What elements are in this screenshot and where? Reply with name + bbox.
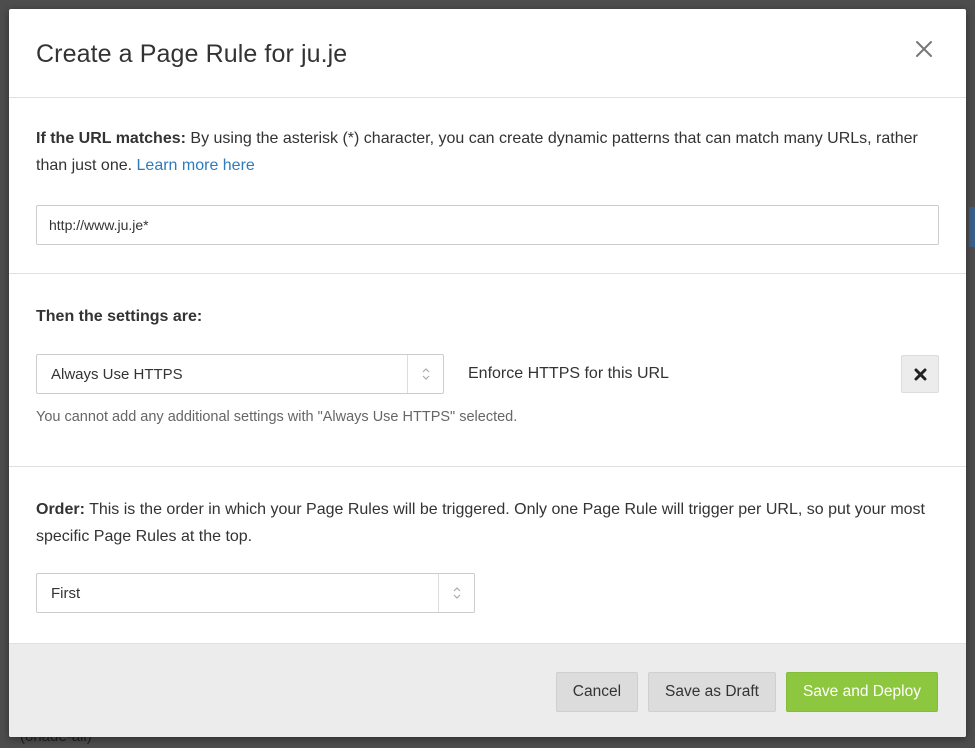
settings-section: Then the settings are: Always Use HTTPS … [9,274,966,467]
order-label: Order: [36,501,85,518]
order-select-value: First [51,584,81,602]
settings-label: Then the settings are: [36,308,203,325]
url-pattern-input[interactable] [36,205,939,245]
modal-footer: Cancel Save as Draft Save and Deploy [9,643,966,737]
url-match-description: If the URL matches: By using the asteris… [36,125,939,179]
settings-help-text: You cannot add any additional settings w… [36,409,518,425]
order-text: This is the order in which your Page Rul… [36,501,925,545]
cancel-button[interactable]: Cancel [555,671,639,712]
order-section: Order: This is the order in which your P… [9,467,966,644]
setting-select-value: Always Use HTTPS [51,365,183,383]
page-rule-modal: Create a Page Rule for ju.je If the URL … [9,9,966,737]
background-edge [969,207,975,247]
modal-header: Create a Page Rule for ju.je [9,9,966,98]
select-arrows-icon [438,574,474,612]
url-match-section: If the URL matches: By using the asteris… [9,98,966,274]
close-icon [916,41,932,57]
remove-setting-button[interactable] [901,355,939,393]
order-select[interactable]: First [36,573,475,613]
setting-row: Always Use HTTPS Enforce HTTPS for this … [36,354,939,394]
times-icon [914,368,926,380]
save-deploy-button[interactable]: Save and Deploy [785,671,938,712]
order-description: Order: This is the order in which your P… [36,496,939,550]
url-match-label: If the URL matches: [36,130,186,147]
save-draft-button[interactable]: Save as Draft [648,671,776,712]
select-arrows-icon [407,355,443,393]
learn-more-link[interactable]: Learn more here [137,157,255,174]
modal-title: Create a Page Rule for ju.je [36,39,348,68]
setting-select[interactable]: Always Use HTTPS [36,354,444,394]
setting-description: Enforce HTTPS for this URL [468,365,669,382]
close-button[interactable] [910,35,938,63]
